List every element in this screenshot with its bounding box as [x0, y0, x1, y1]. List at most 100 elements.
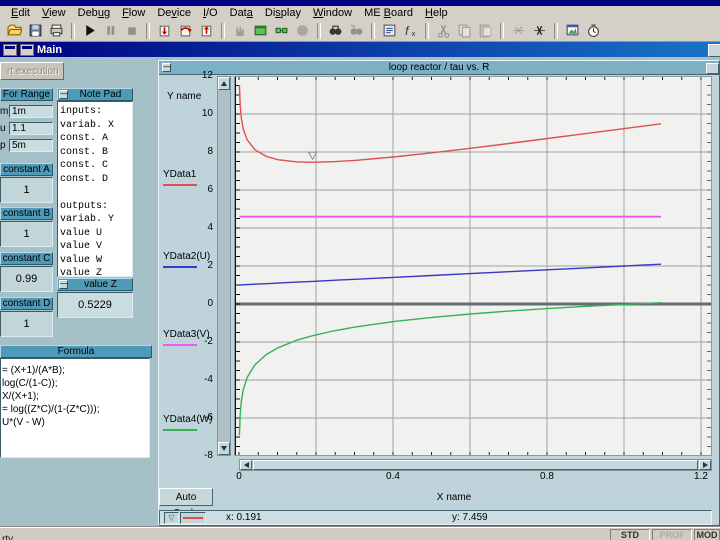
value-z-panel: — value Z 0.5229 [57, 278, 133, 318]
scroll-up-button[interactable] [218, 77, 230, 90]
value-z-title: value Z [69, 279, 132, 290]
paste-icon[interactable] [475, 22, 496, 40]
scroll-right-button[interactable] [699, 460, 711, 470]
toolbar-separator [221, 23, 225, 39]
scroll-down-button[interactable] [218, 442, 230, 455]
menu-item-view[interactable]: View [36, 7, 72, 19]
menu-item-i-o[interactable]: I/O [197, 7, 224, 19]
function-icon[interactable]: fx [400, 22, 421, 40]
constant-value[interactable]: 1 [0, 221, 53, 247]
print-icon[interactable] [46, 22, 67, 40]
horizontal-scrollbar[interactable] [239, 459, 712, 471]
for-range-field[interactable]: 5m [9, 139, 53, 152]
cut-wire-icon[interactable] [529, 22, 550, 40]
constant-value[interactable]: 0.99 [0, 266, 53, 292]
marker-symbol-icon[interactable]: ▽ [164, 512, 179, 524]
value-z-value: 0.5229 [57, 292, 133, 318]
cut-icon[interactable] [433, 22, 454, 40]
stop-icon[interactable] [121, 22, 142, 40]
sphere-icon[interactable] [292, 22, 313, 40]
save-icon[interactable] [25, 22, 46, 40]
menu-item-flow[interactable]: Flow [116, 7, 151, 19]
trace-label-ydata1[interactable]: YData1 [163, 169, 196, 180]
menu-item-debug[interactable]: Debug [72, 7, 116, 19]
constant-value[interactable]: 1 [0, 311, 53, 337]
display-image-icon[interactable] [562, 22, 583, 40]
scrollbar-thumb[interactable] [253, 460, 698, 470]
for-range-field[interactable]: 1.1 [9, 122, 53, 135]
constant-panel-constant-a: constant A1 [0, 163, 53, 203]
menu-item-me-board[interactable]: ME Board [358, 7, 419, 19]
main-window-title-bar[interactable]: Main [0, 42, 720, 57]
constant-panel-title-bar[interactable]: constant C [0, 252, 53, 265]
formula-title-bar[interactable]: Formula [0, 345, 152, 358]
window-control-button[interactable] [706, 63, 719, 74]
find-icon[interactable] [325, 22, 346, 40]
menu-item-window[interactable]: Window [307, 7, 358, 19]
timer-icon[interactable] [583, 22, 604, 40]
chart-canvas[interactable] [234, 76, 712, 456]
step-out-icon[interactable] [196, 22, 217, 40]
toolbar-separator [371, 23, 375, 39]
y-tick-label: 12 [183, 70, 213, 81]
pause-icon[interactable] [100, 22, 121, 40]
window-control-button[interactable] [708, 44, 720, 57]
marker-trace-sample-icon[interactable] [180, 512, 206, 524]
for-range-row-label: u [0, 123, 9, 134]
for-range-row: p5m [0, 139, 53, 152]
x-tick-label: 0 [224, 471, 254, 482]
x-tick-label: 0.4 [378, 471, 408, 482]
value-z-title-bar[interactable]: — value Z [57, 278, 133, 291]
plot-area[interactable] [234, 76, 712, 456]
properties-icon[interactable] [379, 22, 400, 40]
connect-objects-icon[interactable] [250, 22, 271, 40]
plot-title-bar[interactable]: — loop reactor / tau vs. R [159, 61, 719, 75]
menu-item-help[interactable]: Help [419, 7, 454, 19]
constant-panel-title-bar[interactable]: constant B [0, 207, 53, 220]
scroll-left-button[interactable] [240, 460, 252, 470]
toolbar-separator [500, 23, 504, 39]
menu-item-display[interactable]: Display [259, 7, 307, 19]
run-icon[interactable] [79, 22, 100, 40]
vertical-scrollbar[interactable] [217, 76, 231, 456]
find-next-icon[interactable] [346, 22, 367, 40]
right-arrow-icon [703, 462, 708, 468]
marker-y-value: y: 7.459 [452, 512, 488, 523]
constant-panel-constant-d: constant D1 [0, 297, 53, 337]
toolbar-separator [146, 23, 150, 39]
minimize-icon[interactable]: — [59, 90, 68, 99]
for-range-row-label: m [0, 106, 9, 117]
formula-text[interactable]: = (X+1)/(A*B); log(C/(1-C)); X/(X+1); = … [0, 358, 150, 458]
start-execution-button[interactable]: rt execution [0, 62, 64, 80]
y-tick-label: -6 [183, 412, 213, 423]
open-icon[interactable] [4, 22, 25, 40]
y-tick-label: 8 [183, 146, 213, 157]
minimize-icon[interactable]: — [59, 280, 68, 289]
menu-item-device[interactable]: Device [151, 7, 197, 19]
minimize-icon[interactable]: — [162, 63, 171, 72]
toolbar-separator [317, 23, 321, 39]
constant-panel-title: constant B [1, 208, 52, 219]
add-terminal-icon[interactable] [271, 22, 292, 40]
x-axis-name[interactable]: X name [399, 492, 509, 503]
auto-scale-button[interactable]: Auto Scale [159, 488, 213, 506]
menu-item-data[interactable]: Data [224, 7, 259, 19]
delete-wire-icon[interactable] [508, 22, 529, 40]
up-arrow-icon [221, 81, 227, 86]
constant-value[interactable]: 1 [0, 177, 53, 203]
step-over-icon[interactable] [175, 22, 196, 40]
constant-panel-title-bar[interactable]: constant D [0, 297, 53, 310]
step-into-icon[interactable] [154, 22, 175, 40]
for-range-field[interactable]: 1m [9, 105, 53, 118]
note-pad-title-bar[interactable]: — Note Pad [57, 88, 133, 101]
for-range-title-bar[interactable]: For Range [0, 88, 53, 101]
copy-icon[interactable] [454, 22, 475, 40]
y-axis-name[interactable]: Y name [167, 91, 201, 102]
stop-hand-icon[interactable] [229, 22, 250, 40]
for-range-title: For Range [1, 89, 52, 100]
toolbar-separator [425, 23, 429, 39]
note-pad-text[interactable]: inputs: variab. X const. A const. B cons… [57, 101, 133, 277]
constant-panel-title-bar[interactable]: constant A [0, 163, 53, 176]
marker-x-value: x: 0.191 [226, 512, 262, 523]
menu-item-edit[interactable]: Edit [5, 7, 36, 19]
